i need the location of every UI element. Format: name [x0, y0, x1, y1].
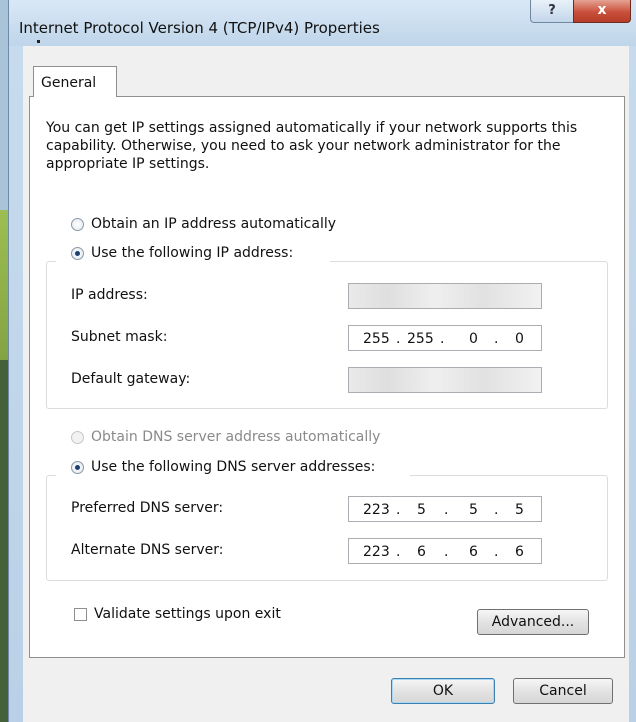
- obscured-value: [349, 284, 541, 308]
- octet-1: 223: [363, 544, 390, 560]
- ip-manual-radio[interactable]: [71, 247, 84, 260]
- tab-general[interactable]: General: [33, 66, 117, 97]
- preferred-dns-input[interactable]: 223 . 5 . 5 . 5: [348, 496, 542, 522]
- octet-2: 5: [417, 502, 426, 518]
- default-gateway-label: Default gateway:: [71, 371, 191, 387]
- octet-2: 255: [407, 331, 434, 347]
- octet-1: 223: [363, 502, 390, 518]
- preferred-dns-label: Preferred DNS server:: [71, 500, 224, 516]
- ip-manual-label[interactable]: Use the following IP address:: [91, 245, 293, 261]
- ok-button[interactable]: OK: [391, 678, 495, 704]
- ip-auto-radio[interactable]: [71, 218, 84, 231]
- dns-settings-group: [46, 475, 608, 581]
- octet-4: 0: [515, 331, 524, 347]
- dns-manual-label[interactable]: Use the following DNS server addresses:: [91, 459, 375, 475]
- octet-1: 255: [363, 331, 390, 347]
- advanced-button[interactable]: Advanced...: [477, 609, 589, 635]
- dns-auto-label[interactable]: Obtain DNS server address automatically: [91, 429, 380, 445]
- dot-2: .: [444, 502, 449, 518]
- general-panel: You can get IP settings assigned automat…: [29, 96, 625, 658]
- obscured-value: [349, 368, 541, 392]
- alternate-dns-label: Alternate DNS server:: [71, 542, 224, 558]
- dot-3: .: [494, 331, 499, 347]
- title-bar[interactable]: Internet Protocol Version 4 (TCP/IPv4) P…: [9, 0, 636, 46]
- octet-3: 5: [469, 502, 478, 518]
- cancel-button[interactable]: Cancel: [513, 678, 613, 704]
- dns-manual-radio[interactable]: [71, 461, 84, 474]
- dot-3: .: [494, 544, 499, 560]
- dns-auto-radio[interactable]: [71, 431, 84, 444]
- ip-auto-label[interactable]: Obtain an IP address automatically: [91, 216, 336, 232]
- help-button[interactable]: ?: [530, 0, 574, 23]
- default-gateway-input[interactable]: [348, 367, 542, 393]
- ip-address-label: IP address:: [71, 287, 148, 303]
- subnet-mask-label: Subnet mask:: [71, 329, 168, 345]
- window-title: Internet Protocol Version 4 (TCP/IPv4) P…: [19, 19, 380, 37]
- octet-3: 6: [469, 544, 478, 560]
- octet-2: 6: [417, 544, 426, 560]
- dot-2: .: [444, 544, 449, 560]
- title-dot: [37, 40, 40, 43]
- close-button[interactable]: x: [573, 0, 631, 23]
- alternate-dns-input[interactable]: 223 . 6 . 6 . 6: [348, 538, 542, 564]
- description-text: You can get IP settings assigned automat…: [46, 120, 578, 172]
- octet-4: 6: [515, 544, 524, 560]
- octet-3: 0: [469, 331, 478, 347]
- validate-checkbox[interactable]: [74, 608, 87, 621]
- ip-address-input[interactable]: [348, 283, 542, 309]
- dot-2: .: [440, 331, 445, 347]
- validate-label[interactable]: Validate settings upon exit: [94, 606, 281, 622]
- dot-1: .: [396, 502, 401, 518]
- tab-general-label: General: [41, 75, 97, 91]
- subnet-mask-input[interactable]: 255 . 255 . 0 . 0: [348, 325, 542, 351]
- dot-1: .: [396, 331, 401, 347]
- dot-1: .: [396, 544, 401, 560]
- dot-3: .: [494, 502, 499, 518]
- octet-4: 5: [515, 502, 524, 518]
- properties-dialog: Internet Protocol Version 4 (TCP/IPv4) P…: [8, 0, 636, 722]
- dialog-client-area: General You can get IP settings assigned…: [23, 46, 629, 722]
